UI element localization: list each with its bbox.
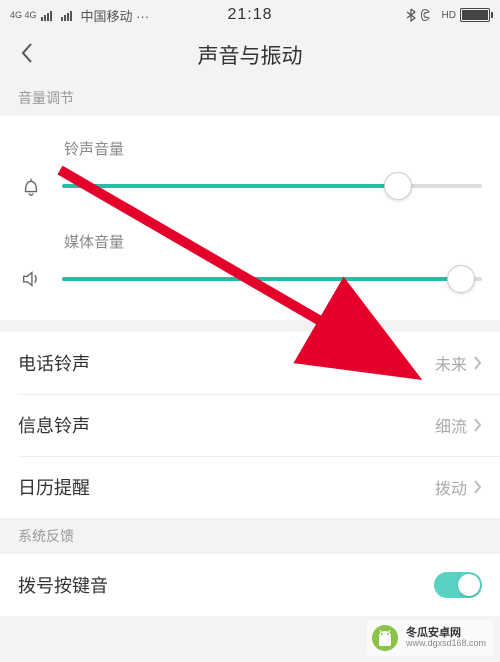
back-button[interactable] — [14, 36, 40, 75]
chevron-right-icon — [473, 417, 482, 433]
chevron-left-icon — [20, 42, 34, 64]
watermark: 冬瓜安卓网 www.dgxsd168.com — [367, 620, 494, 656]
chevron-right-icon — [473, 479, 482, 495]
status-bar: 4G 4G 中国移动 ··· 21:18 HD — [0, 0, 500, 30]
ring-volume-label: 铃声音量 — [64, 138, 482, 159]
feedback-list: 拨号按键音 — [0, 554, 500, 616]
row-value: 细流 — [435, 413, 467, 437]
status-left: 4G 4G 中国移动 ··· — [10, 6, 149, 25]
bluetooth-icon — [406, 8, 416, 22]
signal-icon — [41, 9, 57, 21]
ringtone-list: 电话铃声 未来 信息铃声 细流 日历提醒 拨动 — [0, 332, 500, 518]
speaker-icon — [18, 268, 44, 290]
row-label: 拨号按键音 — [18, 572, 108, 598]
media-volume-label: 媒体音量 — [64, 231, 482, 252]
status-time: 21:18 — [227, 6, 272, 24]
media-volume-block: 媒体音量 — [18, 231, 482, 290]
row-label: 日历提醒 — [18, 474, 90, 500]
network-type: 4G 4G — [10, 11, 37, 19]
chevron-right-icon — [473, 355, 482, 371]
page-header: 声音与振动 — [0, 30, 500, 80]
volume-card: 铃声音量 媒体音量 — [0, 116, 500, 320]
signal-icon-2 — [61, 9, 77, 21]
section-header-feedback: 系统反馈 — [0, 518, 500, 554]
ring-volume-slider[interactable] — [62, 184, 482, 188]
row-value: 拨动 — [435, 475, 467, 499]
ring-volume-block: 铃声音量 — [18, 138, 482, 197]
row-value: 未来 — [435, 351, 467, 375]
dial-tone-toggle[interactable] — [434, 572, 482, 598]
bell-icon — [18, 175, 44, 197]
android-icon — [370, 623, 400, 653]
row-msg-ringtone[interactable]: 信息铃声 细流 — [0, 394, 500, 456]
row-calendar[interactable]: 日历提醒 拨动 — [0, 456, 500, 518]
section-header-volume: 音量调节 — [0, 80, 500, 116]
watermark-url: www.dgxsd168.com — [406, 639, 486, 649]
row-label: 信息铃声 — [18, 412, 90, 438]
page-title: 声音与振动 — [198, 40, 303, 70]
row-dial-tone: 拨号按键音 — [0, 554, 500, 616]
hd-label: HD — [442, 10, 456, 21]
volte-icon — [420, 8, 438, 22]
row-phone-ringtone[interactable]: 电话铃声 未来 — [0, 332, 500, 394]
battery-icon — [460, 8, 490, 22]
row-label: 电话铃声 — [18, 350, 90, 376]
media-volume-slider[interactable] — [62, 277, 482, 281]
status-right: HD — [406, 8, 490, 22]
carrier-name: 中国移动 ··· — [81, 6, 150, 25]
